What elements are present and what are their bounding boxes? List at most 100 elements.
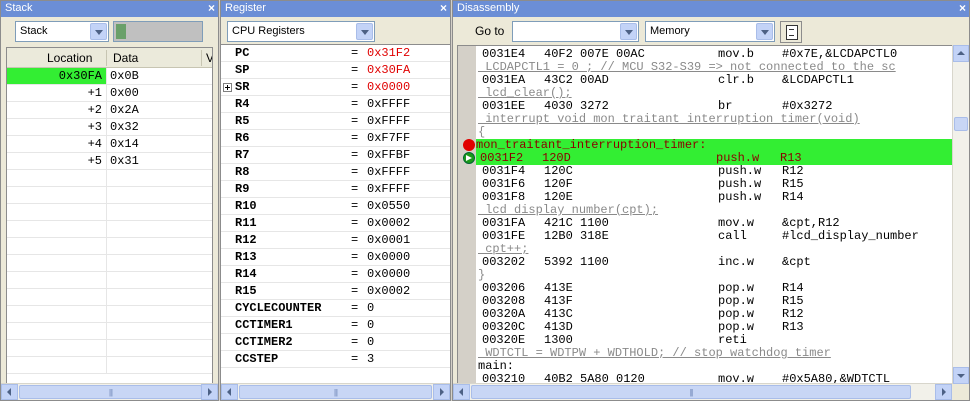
register-row[interactable]: CCSTEP = 3 xyxy=(221,351,450,368)
scroll-thumb[interactable] xyxy=(239,385,432,399)
register-row[interactable]: R8 = 0xFFFF xyxy=(221,164,450,181)
stack-row[interactable]: +5 0x31 xyxy=(7,153,212,170)
stack-row[interactable] xyxy=(7,170,212,187)
register-value[interactable]: 0xFFBF xyxy=(367,148,410,162)
register-row[interactable]: R9 = 0xFFFF xyxy=(221,181,450,198)
disassembly-view[interactable]: 0031E4 40F2 007E 00AC mov.b #0x7E,&LCDAPCTL… xyxy=(457,45,953,384)
register-value[interactable]: 0x30FA xyxy=(367,63,410,77)
stack-row[interactable]: +3 0x32 xyxy=(7,119,212,136)
register-value[interactable]: 0xFFFF xyxy=(367,165,410,179)
stack-row[interactable] xyxy=(7,221,212,238)
breakpoint-gutter[interactable] xyxy=(458,46,476,383)
register-value[interactable]: 0x0000 xyxy=(367,250,410,264)
register-equals: = xyxy=(351,165,359,179)
register-row[interactable]: R14 = 0x0000 xyxy=(221,266,450,283)
disassembly-code-line[interactable]: 0031FE 12B0 318E call #lcd_display_number xyxy=(478,230,952,243)
memory-selector[interactable]: Memory xyxy=(645,21,775,42)
register-value[interactable]: 0 xyxy=(367,301,374,315)
scroll-left-icon[interactable] xyxy=(221,384,238,400)
register-row[interactable]: R6 = 0xF7FF xyxy=(221,130,450,147)
location-header[interactable]: Location xyxy=(47,51,92,65)
register-value[interactable]: 0 xyxy=(367,318,374,332)
chevron-down-icon[interactable] xyxy=(756,23,773,40)
register-value[interactable]: 0x0000 xyxy=(367,267,410,281)
register-value[interactable]: 0x0550 xyxy=(367,199,410,213)
register-row[interactable]: R7 = 0xFFBF xyxy=(221,147,450,164)
register-value[interactable]: 0xF7FF xyxy=(367,131,410,145)
scroll-thumb[interactable] xyxy=(19,385,202,399)
scroll-down-icon[interactable] xyxy=(953,367,969,384)
register-row[interactable]: CCTIMER1 = 0 xyxy=(221,317,450,334)
register-row[interactable]: R11 = 0x0002 xyxy=(221,215,450,232)
register-row[interactable]: R5 = 0xFFFF xyxy=(221,113,450,130)
register-value[interactable]: 0xFFFF xyxy=(367,97,410,111)
scroll-left-icon[interactable] xyxy=(453,384,470,400)
breakpoint-icon[interactable] xyxy=(463,139,475,151)
register-value[interactable]: 0x0002 xyxy=(367,284,410,298)
register-value[interactable]: 0 xyxy=(367,335,374,349)
extra-header[interactable]: V xyxy=(206,51,212,65)
stack-row[interactable] xyxy=(7,289,212,306)
stack-row[interactable] xyxy=(7,340,212,357)
stack-data: 0x2A xyxy=(110,103,139,117)
scroll-thumb[interactable] xyxy=(954,117,968,131)
scroll-right-icon[interactable] xyxy=(935,384,952,400)
stack-row[interactable] xyxy=(7,357,212,374)
register-value[interactable]: 0x31F2 xyxy=(367,46,410,60)
source-text: cpt++; xyxy=(478,242,529,256)
register-row[interactable]: R12 = 0x0001 xyxy=(221,232,450,249)
stack-row[interactable] xyxy=(7,323,212,340)
scroll-left-icon[interactable] xyxy=(1,384,18,400)
register-row[interactable]: R15 = 0x0002 xyxy=(221,283,450,300)
disassembly-hscrollbar[interactable] xyxy=(453,383,952,400)
stack-row[interactable]: +1 0x00 xyxy=(7,85,212,102)
scroll-up-icon[interactable] xyxy=(953,45,969,62)
register-value[interactable]: 0xFFFF xyxy=(367,182,410,196)
source-line[interactable]: WDTCTL = WDTPW + WDTHOLD; // stop watchd… xyxy=(478,347,952,360)
source-line[interactable]: interrupt void mon traitant interruption… xyxy=(478,113,952,126)
stack-row[interactable] xyxy=(7,306,212,323)
register-row[interactable]: R4 = 0xFFFF xyxy=(221,96,450,113)
data-header[interactable]: Data xyxy=(113,51,138,65)
scroll-right-icon[interactable] xyxy=(201,384,218,400)
register-row[interactable]: R13 = 0x0000 xyxy=(221,249,450,266)
stack-row[interactable]: +4 0x14 xyxy=(7,136,212,153)
stack-row[interactable] xyxy=(7,204,212,221)
stack-row[interactable] xyxy=(7,255,212,272)
stack-row[interactable] xyxy=(7,272,212,289)
register-selector[interactable]: CPU Registers xyxy=(227,21,375,42)
register-row[interactable]: R10 = 0x0550 xyxy=(221,198,450,215)
stack-row[interactable]: +2 0x2A xyxy=(7,102,212,119)
register-row[interactable]: SP = 0x30FA xyxy=(221,62,450,79)
chevron-down-icon[interactable] xyxy=(356,23,373,40)
stack-hscrollbar[interactable] xyxy=(1,383,218,400)
disassembly-code-line[interactable]: 003202 5392 1100 inc.w &cpt xyxy=(478,256,952,269)
close-icon[interactable]: × xyxy=(440,1,447,16)
scroll-thumb[interactable] xyxy=(471,385,911,399)
stack-selector[interactable]: Stack xyxy=(15,21,109,42)
stack-row[interactable]: 0x30FA 0x0B xyxy=(7,68,212,85)
disassembly-vscrollbar[interactable] xyxy=(952,45,969,384)
register-row[interactable]: SR = 0x0000 xyxy=(221,79,450,96)
register-row[interactable]: CYCLECOUNTER = 0 xyxy=(221,300,450,317)
goto-input[interactable] xyxy=(512,21,639,42)
register-value[interactable]: 0x0000 xyxy=(367,80,410,94)
stack-table-header: Location Data V xyxy=(7,48,212,68)
stack-row[interactable] xyxy=(7,238,212,255)
close-icon[interactable]: × xyxy=(959,1,966,16)
close-icon[interactable]: × xyxy=(208,1,215,16)
stack-row[interactable] xyxy=(7,187,212,204)
register-value[interactable]: 0x0001 xyxy=(367,233,410,247)
expand-plus-icon[interactable] xyxy=(223,83,232,92)
register-value[interactable]: 0x0002 xyxy=(367,216,410,230)
scroll-right-icon[interactable] xyxy=(433,384,450,400)
chevron-down-icon[interactable] xyxy=(90,23,107,40)
register-row[interactable]: CCTIMER2 = 0 xyxy=(221,334,450,351)
document-icon[interactable] xyxy=(780,21,802,43)
register-hscrollbar[interactable] xyxy=(221,383,450,400)
register-equals: = xyxy=(351,335,359,349)
chevron-down-icon[interactable] xyxy=(620,23,637,40)
register-value[interactable]: 3 xyxy=(367,352,374,366)
register-row[interactable]: PC = 0x31F2 xyxy=(221,45,450,62)
register-value[interactable]: 0xFFFF xyxy=(367,114,410,128)
